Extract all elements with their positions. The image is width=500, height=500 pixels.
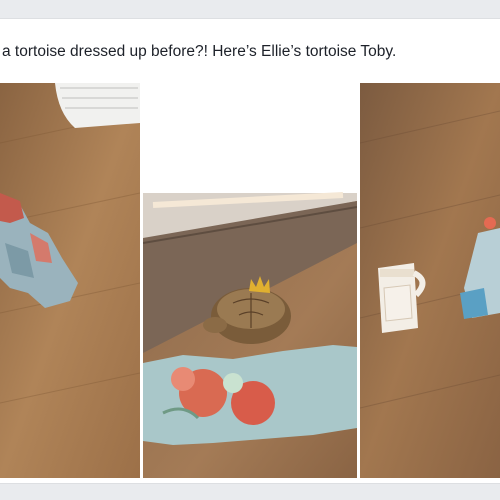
photo-2-image	[143, 83, 357, 478]
photo-1-image	[0, 83, 140, 478]
photo-grid	[0, 83, 500, 478]
photo-3[interactable]	[360, 83, 500, 478]
photo-3-image	[360, 83, 500, 478]
post-card: a tortoise dressed up before?! Here’s El…	[0, 18, 500, 484]
bottom-strip	[0, 484, 500, 500]
post-text: a tortoise dressed up before?! Here’s El…	[2, 43, 397, 60]
photo-1[interactable]	[0, 83, 140, 478]
top-bar	[0, 0, 500, 18]
photo-2[interactable]	[143, 83, 357, 478]
